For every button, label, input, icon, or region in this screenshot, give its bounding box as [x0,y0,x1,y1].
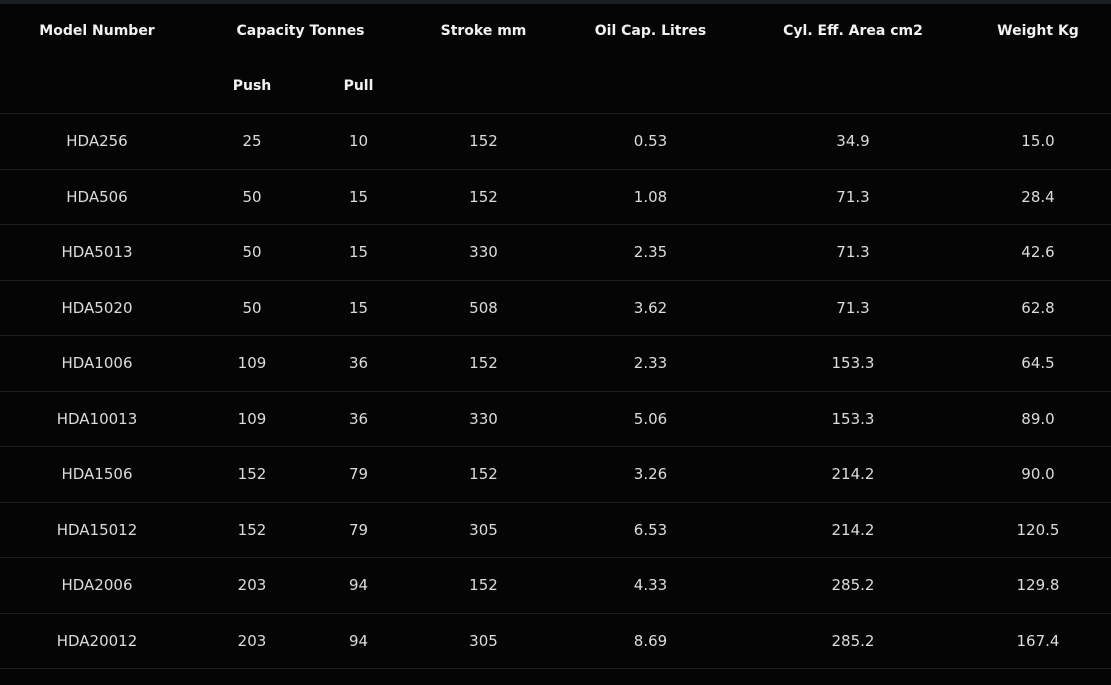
cell-oil-capacity: 6.53 [560,502,741,558]
cell-stroke: 152 [407,557,560,614]
cell-model-number: HDA2006 [0,557,194,614]
cell-cyl-eff-area: 285.2 [741,557,965,614]
cell-weight: 120.5 [965,502,1111,558]
cell-oil-capacity: 8.69 [560,613,741,669]
table-row: HDA506 50 15 152 1.08 71.3 28.4 [0,169,1111,225]
table-row: HDA5013 50 15 330 2.35 71.3 42.6 [0,224,1111,281]
cell-oil-capacity: 2.33 [560,335,741,392]
cell-cyl-eff-area: 34.9 [741,113,965,170]
cell-pull: 36 [310,391,407,447]
cell-model-number: HDA5020 [0,280,194,336]
subheader-empty [965,58,1111,114]
cell-weight: 129.8 [965,557,1111,614]
cell-model-number: HDA506 [0,169,194,225]
subheader-empty [560,58,741,114]
cell-stroke: 305 [407,613,560,669]
cell-pull: 15 [310,280,407,336]
cell-oil-capacity: 2.35 [560,224,741,281]
cell-cyl-eff-area: 71.3 [741,169,965,225]
cell-oil-capacity: 3.62 [560,280,741,336]
cell-cyl-eff-area: 153.3 [741,391,965,447]
cell-push: 50 [194,224,310,281]
cell-weight: 89.0 [965,391,1111,447]
header-capacity-tonnes: Capacity Tonnes [236,23,365,39]
cell-weight: 64.5 [965,335,1111,392]
spec-table: Model Number Capacity Tonnes Stroke mm O… [0,4,1111,669]
cell-oil-capacity: 0.53 [560,113,741,170]
cell-pull: 79 [310,446,407,503]
header-row: Model Number Capacity Tonnes Stroke mm O… [0,4,1111,58]
table-row: HDA10013 109 36 330 5.06 153.3 89.0 [0,391,1111,447]
table-row: HDA5020 50 15 508 3.62 71.3 62.8 [0,280,1111,336]
cell-weight: 42.6 [965,224,1111,281]
header-weight-kg: Weight Kg [997,23,1079,39]
cell-stroke: 330 [407,224,560,281]
cell-model-number: HDA20012 [0,613,194,669]
cell-cyl-eff-area: 214.2 [741,502,965,558]
header-stroke-mm: Stroke mm [440,23,527,39]
header-cyl-eff-area: Cyl. Eff. Area cm2 [783,23,923,39]
cell-weight: 167.4 [965,613,1111,669]
cell-model-number: HDA1506 [0,446,194,503]
cell-pull: 15 [310,169,407,225]
cell-pull: 36 [310,335,407,392]
cell-model-number: HDA10013 [0,391,194,447]
subheader-empty [0,58,194,114]
cell-cyl-eff-area: 153.3 [741,335,965,392]
cell-pull: 94 [310,557,407,614]
cell-push: 109 [194,391,310,447]
cell-oil-capacity: 1.08 [560,169,741,225]
cell-model-number: HDA5013 [0,224,194,281]
cell-push: 203 [194,613,310,669]
cell-push: 25 [194,113,310,170]
cell-oil-capacity: 4.33 [560,557,741,614]
cell-stroke: 152 [407,446,560,503]
cell-weight: 28.4 [965,169,1111,225]
cell-cyl-eff-area: 214.2 [741,446,965,503]
cell-cyl-eff-area: 71.3 [741,224,965,281]
header-oil-cap-litres: Oil Cap. Litres [594,23,707,39]
cell-weight: 15.0 [965,113,1111,170]
cell-model-number: HDA1006 [0,335,194,392]
cell-oil-capacity: 3.26 [560,446,741,503]
table-row: HDA15012 152 79 305 6.53 214.2 120.5 [0,502,1111,558]
table-row: HDA2006 203 94 152 4.33 285.2 129.8 [0,557,1111,614]
cell-push: 50 [194,280,310,336]
table-row: HDA1006 109 36 152 2.33 153.3 64.5 [0,335,1111,392]
table-row: HDA20012 203 94 305 8.69 285.2 167.4 [0,613,1111,669]
cell-model-number: HDA15012 [0,502,194,558]
table-row: HDA256 25 10 152 0.53 34.9 15.0 [0,113,1111,170]
subheader-pull: Pull [310,58,407,114]
cell-model-number: HDA256 [0,113,194,170]
cell-stroke: 152 [407,335,560,392]
cell-pull: 79 [310,502,407,558]
header-model-number: Model Number [39,23,155,39]
cell-oil-capacity: 5.06 [560,391,741,447]
cell-stroke: 305 [407,502,560,558]
subheader-empty [741,58,965,114]
subheader-push: Push [194,58,310,114]
cell-stroke: 330 [407,391,560,447]
cell-pull: 94 [310,613,407,669]
subheader-row: Push Pull [0,58,1111,114]
cell-stroke: 152 [407,169,560,225]
cell-pull: 10 [310,113,407,170]
cell-pull: 15 [310,224,407,281]
cell-stroke: 508 [407,280,560,336]
cell-push: 203 [194,557,310,614]
cell-cyl-eff-area: 285.2 [741,613,965,669]
cell-push: 50 [194,169,310,225]
cell-weight: 90.0 [965,446,1111,503]
cell-weight: 62.8 [965,280,1111,336]
cell-cyl-eff-area: 71.3 [741,280,965,336]
cell-push: 152 [194,502,310,558]
cell-stroke: 152 [407,113,560,170]
table-row: HDA1506 152 79 152 3.26 214.2 90.0 [0,446,1111,503]
subheader-empty [407,58,560,114]
cell-push: 109 [194,335,310,392]
cell-push: 152 [194,446,310,503]
